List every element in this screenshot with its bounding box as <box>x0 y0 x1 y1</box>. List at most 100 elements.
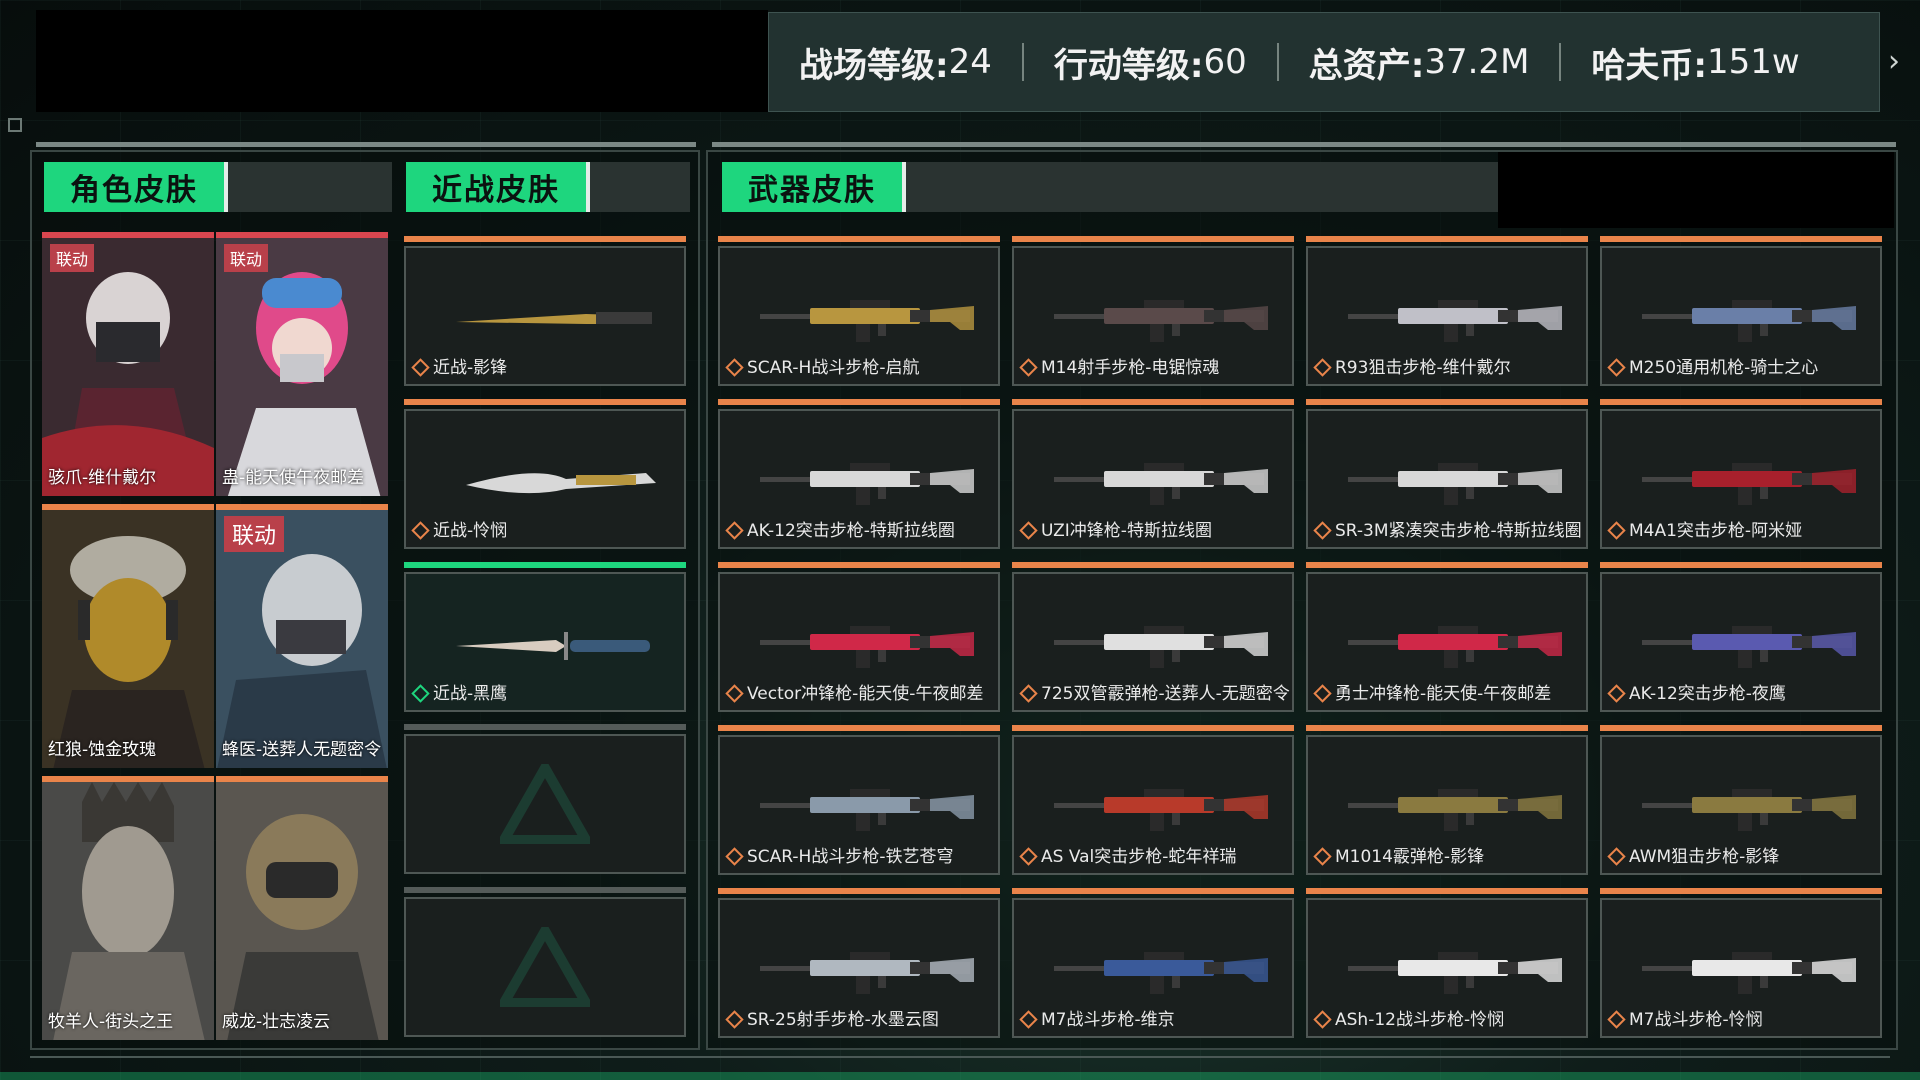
stat-value: 24 <box>948 42 992 82</box>
weapon-skin-name: SCAR-H战斗步枪-启航 <box>726 353 919 378</box>
rarity-bar <box>718 888 1000 894</box>
weapon-skin-card[interactable]: SR-25射手步枪-水墨云图 <box>718 888 1000 1038</box>
rarity-bar <box>1012 888 1294 894</box>
weapon-skin-name: M1014霰弹枪-影锋 <box>1314 842 1484 867</box>
character-skin-card[interactable]: 联动 蜂医-送葬人无题密令 <box>216 504 388 768</box>
delta-logo-icon <box>500 927 590 1007</box>
weapon-skin-card[interactable]: M250通用机枪-骑士之心 <box>1600 236 1882 386</box>
weapon-skin-card[interactable]: M14射手步枪-电锯惊魂 <box>1012 236 1294 386</box>
character-skin-card[interactable]: 威龙-壮志凌云 <box>216 776 388 1040</box>
character-skin-card[interactable]: 联动 蛊-能天使午夜邮差 <box>216 232 388 496</box>
rifle-icon <box>760 300 974 342</box>
weapon-name-text: AK-12突击步枪-夜鹰 <box>1629 684 1786 704</box>
rarity-bar <box>718 399 1000 405</box>
tab-weapon-skins[interactable]: 武器皮肤 <box>722 162 902 212</box>
collab-badge: 联动 <box>224 244 269 272</box>
melee-name-text: 近战-黑鹰 <box>433 684 508 704</box>
weapon-name-text: R93狙击步枪-维什戴尔 <box>1335 358 1511 378</box>
rifle-icon <box>1642 463 1856 505</box>
rarity-diamond-icon <box>1608 522 1622 536</box>
rifle-icon <box>1348 626 1562 668</box>
stat-value: 37.2M <box>1424 42 1530 82</box>
tab-melee-skins[interactable]: 近战皮肤 <box>406 162 586 212</box>
rarity-diamond-icon <box>1314 1011 1328 1025</box>
character-skin-name: 牧羊人-街头之王 <box>48 1012 174 1032</box>
delta-logo-icon <box>500 764 590 844</box>
character-portrait <box>216 238 388 496</box>
rarity-diamond-icon <box>412 359 426 373</box>
weapon-skin-card[interactable]: M7战斗步枪-怜悯 <box>1600 888 1882 1038</box>
melee-skin-name: 近战-黑鹰 <box>412 679 507 704</box>
weapon-skin-name: M7战斗步枪-怜悯 <box>1608 1005 1763 1030</box>
rarity-bar <box>1600 888 1882 894</box>
rarity-diamond-icon <box>726 359 740 373</box>
weapon-skin-name: AK-12突击步枪-夜鹰 <box>1608 679 1786 704</box>
bottom-glow <box>0 1072 1920 1080</box>
rarity-diamond-icon <box>1608 685 1622 699</box>
rarity-bar <box>1306 562 1588 568</box>
melee-skin-card[interactable]: 近战-影锋 <box>404 236 686 386</box>
weapon-skin-name: SR-3M紧凑突击步枪-特斯拉线圈 <box>1314 516 1582 541</box>
tab-melee-skins-bar <box>586 162 690 212</box>
weapon-name-text: AWM狙击步枪-影锋 <box>1629 847 1780 867</box>
rarity-bar <box>404 562 686 568</box>
character-skin-name: 蜂医-送葬人无题密令 <box>222 740 382 760</box>
weapon-skin-name: R93狙击步枪-维什戴尔 <box>1314 353 1511 378</box>
rarity-bar <box>1012 236 1294 242</box>
weapon-skin-card[interactable]: AS Val突击步枪-蛇年祥瑞 <box>1012 725 1294 875</box>
weapon-skin-card[interactable]: ASh-12战斗步枪-怜悯 <box>1306 888 1588 1038</box>
empty-melee-slot <box>404 724 686 874</box>
rifle-icon <box>760 463 974 505</box>
weapon-name-text: M1014霰弹枪-影锋 <box>1335 847 1485 867</box>
character-skin-card[interactable]: 红狼-蚀金玫瑰 <box>42 504 214 768</box>
bottom-divider <box>30 1056 1890 1058</box>
character-portrait <box>42 782 214 1040</box>
rarity-bar <box>718 562 1000 568</box>
character-portrait <box>216 782 388 1040</box>
character-skin-card[interactable]: 联动 骇爪-维什戴尔 <box>42 232 214 496</box>
weapon-skin-card[interactable]: SCAR-H战斗步枪-启航 <box>718 236 1000 386</box>
weapon-skin-name: SCAR-H战斗步枪-铁艺苍穹 <box>726 842 953 867</box>
rifle-icon <box>1054 952 1268 994</box>
weapon-skin-card[interactable]: SR-3M紧凑突击步枪-特斯拉线圈 <box>1306 399 1588 549</box>
weapon-skin-card[interactable]: M7战斗步枪-维京 <box>1012 888 1294 1038</box>
weapon-skin-card[interactable]: AK-12突击步枪-特斯拉线圈 <box>718 399 1000 549</box>
weapon-skin-card[interactable]: AK-12突击步枪-夜鹰 <box>1600 562 1882 712</box>
rifle-icon <box>1054 789 1268 831</box>
melee-skin-card[interactable]: 近战-黑鹰 <box>404 562 686 712</box>
stat-havoc-coins: 哈夫币: 151w <box>1561 38 1829 87</box>
rarity-diamond-icon <box>412 685 426 699</box>
chevron-right-icon[interactable]: › <box>1888 44 1900 79</box>
weapon-skin-card[interactable]: 勇士冲锋枪-能天使-午夜邮差 <box>1306 562 1588 712</box>
rarity-diamond-icon <box>412 522 426 536</box>
weapon-skin-card[interactable]: UZI冲锋枪-特斯拉线圈 <box>1012 399 1294 549</box>
weapon-name-text: 725双管霰弹枪-送葬人-无题密令 <box>1041 684 1290 704</box>
weapon-skin-card[interactable]: SCAR-H战斗步枪-铁艺苍穹 <box>718 725 1000 875</box>
rifle-icon <box>1348 300 1562 342</box>
character-skin-card[interactable]: 牧羊人-街头之王 <box>42 776 214 1040</box>
weapon-skin-card[interactable]: 725双管霰弹枪-送葬人-无题密令 <box>1012 562 1294 712</box>
weapon-skin-card[interactable]: AWM狙击步枪-影锋 <box>1600 725 1882 875</box>
panel-topline <box>36 142 696 147</box>
weapon-name-text: M7战斗步枪-怜悯 <box>1629 1010 1763 1030</box>
rarity-bar <box>404 399 686 405</box>
rifle-icon <box>1642 952 1856 994</box>
weapon-skin-card[interactable]: R93狙击步枪-维什戴尔 <box>1306 236 1588 386</box>
weapon-skin-name: ASh-12战斗步枪-怜悯 <box>1314 1005 1504 1030</box>
weapon-skin-card[interactable]: M1014霰弹枪-影锋 <box>1306 725 1588 875</box>
tab-character-skins[interactable]: 角色皮肤 <box>44 162 224 212</box>
weapon-skin-card[interactable]: M4A1突击步枪-阿米娅 <box>1600 399 1882 549</box>
weapon-skin-card[interactable]: Vector冲锋枪-能天使-午夜邮差 <box>718 562 1000 712</box>
rifle-icon <box>1054 463 1268 505</box>
rarity-bar <box>1012 725 1294 731</box>
rifle-icon <box>760 952 974 994</box>
weapon-name-text: SCAR-H战斗步枪-启航 <box>747 358 920 378</box>
rarity-diamond-icon <box>1020 1011 1034 1025</box>
collab-badge: 联动 <box>224 516 285 552</box>
stat-battlefield-level: 战场等级: 24 <box>769 38 1022 87</box>
tab-weapon-skins-bar <box>902 162 1502 212</box>
weapon-skin-name: AWM狙击步枪-影锋 <box>1608 842 1779 867</box>
weapon-skin-name: UZI冲锋枪-特斯拉线圈 <box>1020 516 1212 541</box>
expand-corner-icon[interactable] <box>8 118 22 132</box>
melee-skin-card[interactable]: 近战-怜悯 <box>404 399 686 549</box>
